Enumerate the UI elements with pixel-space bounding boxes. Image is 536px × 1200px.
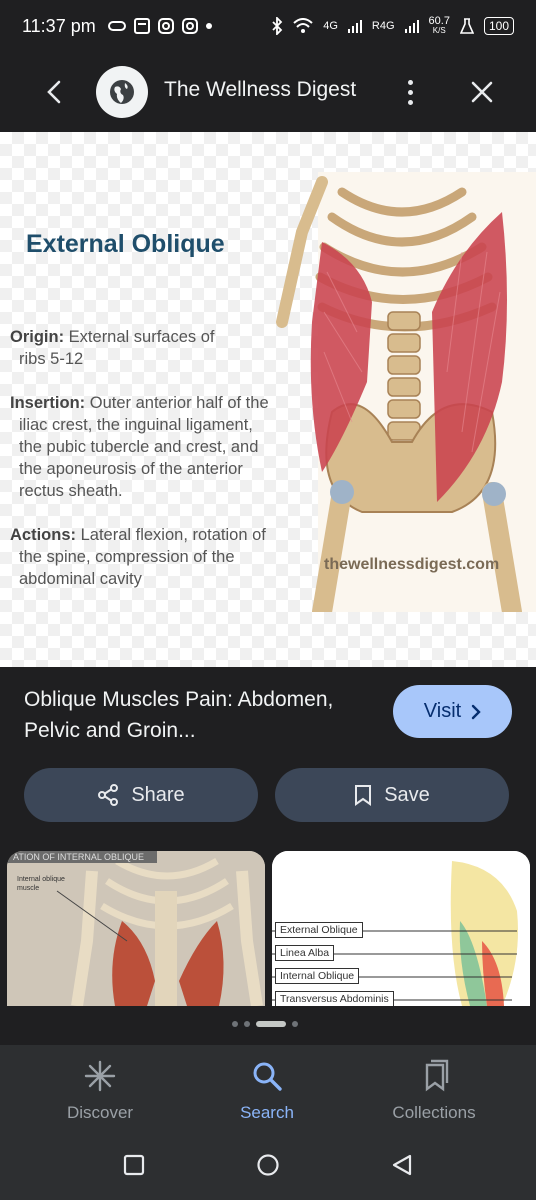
status-right: 4G R4G 60.7 K/S 100 [271, 16, 514, 36]
more-notifications-dot [205, 23, 212, 29]
more-options-button[interactable] [396, 74, 424, 110]
insertion-line-5: rectus sheath. [19, 482, 123, 500]
actions-line-2: the spine, compression of the [19, 548, 235, 566]
net-speed-unit: K/S [432, 26, 446, 35]
actions-label: Actions: [10, 526, 76, 544]
insertion-line-1: Outer anterior half of the [89, 394, 269, 412]
related-image-2[interactable]: External Oblique Linea Alba Internal Obl… [272, 851, 530, 1006]
main-image[interactable]: External Oblique Origin: External surfac… [0, 132, 536, 667]
signal-icon [347, 20, 362, 33]
collections-icon [425, 1059, 449, 1092]
net-speed-value: 60.7 [428, 15, 450, 27]
thumb1-label: Internal oblique muscle [17, 876, 65, 892]
nav-discover[interactable]: Discover [25, 1045, 175, 1135]
thumb2-label: Transversus Abdominis [275, 991, 394, 1006]
news-icon [133, 18, 150, 34]
thumb2-label: Internal Oblique [275, 968, 360, 984]
globe-icon [110, 80, 134, 104]
image-title: External Oblique [26, 230, 225, 258]
net-speed: 60.7 K/S [429, 16, 450, 36]
carousel-dot [292, 1021, 298, 1027]
instagram-icon [181, 18, 198, 34]
screen: 11:37 pm 4G R4G 60.7 K/S 100 The Wellnes… [0, 0, 536, 1200]
network-r4g: R4G [371, 20, 395, 32]
site-avatar[interactable] [96, 66, 148, 118]
instagram-icon [157, 18, 174, 34]
save-label: Save [384, 783, 430, 806]
status-time: 11:37 pm [22, 15, 96, 36]
more-vert-icon [407, 79, 413, 85]
save-button[interactable]: Save [275, 768, 509, 822]
bookmark-icon [355, 785, 372, 806]
carousel-dot [244, 1021, 250, 1027]
nav-collections[interactable]: Collections [359, 1045, 509, 1135]
network-4g: 4G [323, 20, 338, 32]
notification-icons [107, 18, 212, 34]
share-icon [98, 784, 119, 806]
insertion-line-4: the aponeurosis of the anterior [19, 460, 243, 478]
system-nav-bar [0, 1135, 536, 1200]
result-title[interactable]: Oblique Muscles Pain: Abdomen, Pelvic an… [24, 684, 374, 746]
visit-label: Visit [423, 700, 462, 722]
site-title[interactable]: The Wellness Digest [164, 78, 356, 102]
flask-icon [459, 18, 474, 34]
battery-level: 100 [483, 17, 514, 35]
nav-discover-label: Discover [66, 1103, 134, 1122]
nav-collections-label: Collections [392, 1103, 476, 1122]
thumb2-label: Linea Alba [275, 945, 335, 961]
origin-label: Origin: [10, 328, 65, 346]
thumb2-label: External Oblique [275, 922, 363, 938]
carousel-indicator [232, 1021, 298, 1027]
signal-icon [404, 20, 419, 33]
carousel-dot-active [256, 1021, 286, 1027]
chevron-right-icon [472, 704, 481, 719]
actions-line-1: Lateral flexion, rotation of [80, 526, 266, 544]
nav-search[interactable]: Search [192, 1045, 342, 1135]
wifi-icon [293, 18, 313, 33]
back-button[interactable] [38, 76, 70, 108]
recents-icon[interactable] [123, 1154, 145, 1176]
bluetooth-icon [272, 17, 283, 35]
actions-text: Actions: Lateral flexion, rotation of th… [10, 524, 302, 590]
nav-search-label: Search [240, 1103, 294, 1122]
viewer-header: The Wellness Digest [0, 52, 536, 132]
close-icon [471, 81, 493, 103]
insertion-text: Insertion: Outer anterior half of the il… [10, 392, 302, 502]
origin-line-1: External surfaces of [68, 328, 215, 346]
back-nav-icon[interactable] [391, 1153, 413, 1177]
origin-line-2: ribs 5-12 [19, 350, 84, 368]
origin-text: Origin: External surfaces of ribs 5-12 [10, 326, 302, 370]
insertion-line-2: iliac crest, the inguinal ligament, [19, 416, 253, 434]
chevron-left-icon [47, 80, 61, 104]
skeleton-illustration [276, 172, 536, 612]
search-icon [253, 1062, 282, 1091]
watermark: thewellnessdigest.com [324, 556, 500, 573]
close-button[interactable] [466, 76, 498, 108]
status-bar: 11:37 pm 4G R4G 60.7 K/S 100 [0, 0, 536, 52]
insertion-label: Insertion: [10, 394, 86, 412]
carousel-dot [232, 1021, 238, 1027]
thumb1-banner: ATION OF INTERNAL OBLIQUE [7, 851, 157, 863]
share-button[interactable]: Share [24, 768, 258, 822]
insertion-line-3: the pubic tubercle and crest, and [19, 438, 259, 456]
share-label: Share [131, 783, 185, 806]
bottom-nav: Discover Search Collections [0, 1045, 536, 1135]
home-icon[interactable] [256, 1153, 280, 1177]
related-image-1[interactable]: ATION OF INTERNAL OBLIQUE Internal obliq… [7, 851, 265, 1006]
visit-button[interactable]: Visit [393, 685, 512, 738]
actions-line-3: abdominal cavity [19, 570, 142, 588]
gamepad-icon [107, 21, 126, 31]
asterisk-icon [84, 1060, 116, 1092]
